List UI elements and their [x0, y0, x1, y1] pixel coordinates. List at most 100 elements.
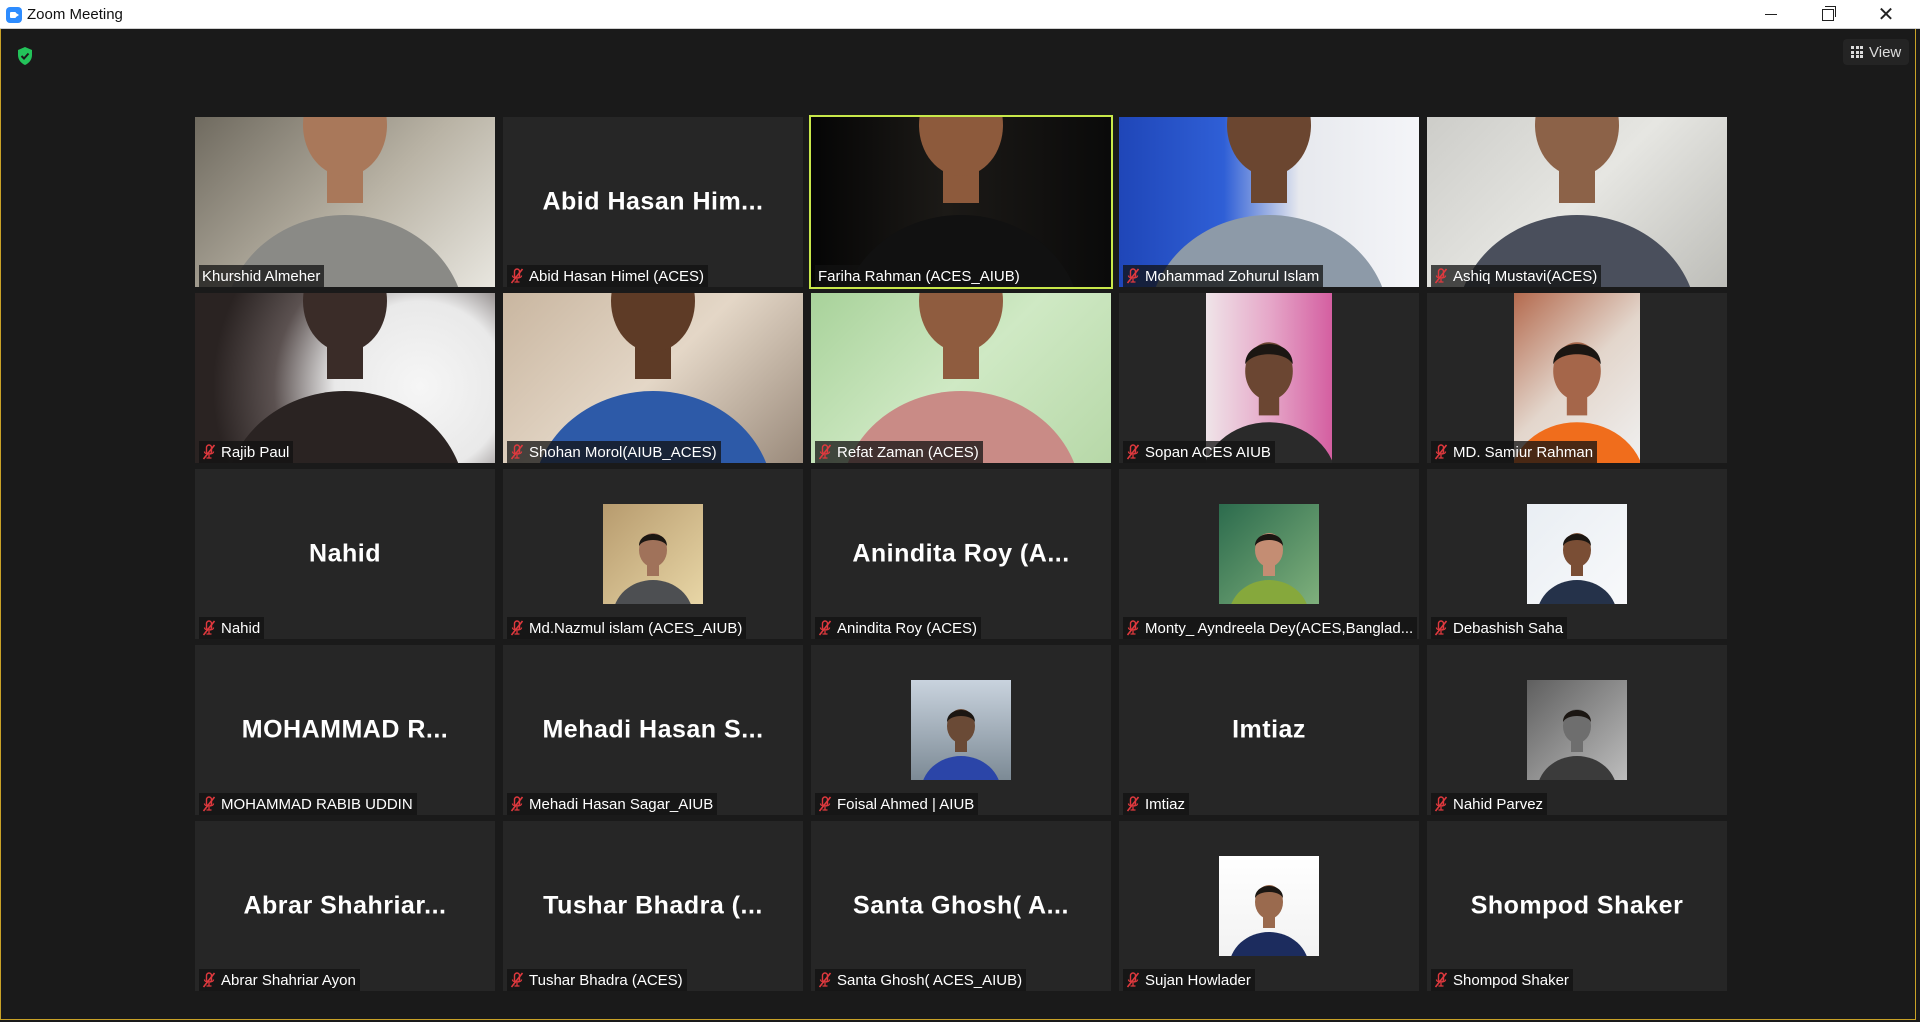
participant-display-name: Abid Hasan Him... [542, 187, 764, 216]
participant-tile[interactable]: Monty_ Ayndreela Dey(ACES,Banglad... [1119, 469, 1419, 639]
view-button[interactable]: View [1843, 39, 1910, 65]
participant-video [503, 293, 803, 463]
muted-mic-icon [510, 268, 524, 284]
participant-tile[interactable]: Anindita Roy (A... Anindita Roy (ACES) [811, 469, 1111, 639]
participant-name-label: Khurshid Almeher [199, 265, 325, 287]
title-bar: Zoom Meeting ✕ [0, 0, 1920, 29]
participant-tile[interactable]: Shohan Morol(AIUB_ACES) [503, 293, 803, 463]
participant-name-label: Santa Ghosh( ACES_AIUB) [815, 969, 1027, 991]
participant-tile[interactable]: Md.Nazmul islam (ACES_AIUB) [503, 469, 803, 639]
muted-mic-icon [1434, 268, 1448, 284]
participant-tile[interactable]: Rajib Paul [195, 293, 495, 463]
participant-video [811, 293, 1111, 463]
participant-tile[interactable]: Abrar Shahriar... Abrar Shahriar Ayon [195, 821, 495, 991]
muted-mic-icon [1126, 972, 1140, 988]
muted-mic-icon [818, 444, 832, 460]
participant-name-label: Abid Hasan Himel (ACES) [507, 265, 709, 287]
participant-display-name: Shompod Shaker [1470, 891, 1684, 920]
muted-mic-icon [1126, 444, 1140, 460]
participant-tile[interactable]: Mohammad Zohurul Islam [1119, 117, 1419, 287]
participant-name: Shompod Shaker [1453, 971, 1569, 989]
participant-tile[interactable]: Nahid Parvez [1427, 645, 1727, 815]
participant-tile[interactable]: MOHAMMAD R... MOHAMMAD RABIB UDDIN [195, 645, 495, 815]
participant-name: Mehadi Hasan Sagar_AIUB [529, 795, 714, 813]
muted-mic-icon [818, 796, 832, 812]
muted-mic-icon [1126, 620, 1140, 636]
participant-tile[interactable]: Debashish Saha [1427, 469, 1727, 639]
participant-name-label: Rajib Paul [199, 441, 294, 463]
participant-tile[interactable]: Sopan ACES AIUB [1119, 293, 1419, 463]
participant-name-label: Tushar Bhadra (ACES) [507, 969, 687, 991]
participant-figure [539, 293, 767, 463]
minimize-icon [1765, 14, 1777, 15]
participant-name-label: Abrar Shahriar Ayon [199, 969, 360, 991]
participant-video [1427, 117, 1727, 287]
participant-tile[interactable]: Abid Hasan Him... Abid Hasan Himel (ACES… [503, 117, 803, 287]
participant-name: Imtiaz [1145, 795, 1186, 813]
participant-video [1206, 293, 1332, 463]
participant-name: Shohan Morol(AIUB_ACES) [529, 443, 717, 461]
profile-picture [1527, 504, 1627, 604]
participant-tile[interactable]: Sujan Howlader [1119, 821, 1419, 991]
participant-tile[interactable]: Ashiq Mustavi(ACES) [1427, 117, 1727, 287]
participant-figure [615, 533, 691, 604]
participant-display-name: MOHAMMAD R... [241, 715, 449, 744]
participant-tile[interactable]: Fariha Rahman (ACES_AIUB) [809, 115, 1113, 289]
restore-button[interactable] [1805, 0, 1851, 29]
participant-name: Fariha Rahman (ACES_AIUB) [818, 267, 1020, 285]
participant-name: Abrar Shahriar Ayon [221, 971, 356, 989]
participant-tile[interactable]: Nahid Nahid [195, 469, 495, 639]
muted-mic-icon [510, 972, 524, 988]
participant-name: Santa Ghosh( ACES_AIUB) [837, 971, 1023, 989]
participant-name: Khurshid Almeher [202, 267, 321, 285]
participant-name: MD. Samiur Rahman [1453, 443, 1594, 461]
participant-name: Mohammad Zohurul Islam [1145, 267, 1320, 285]
security-shield-icon[interactable] [16, 46, 34, 66]
participant-figure [1155, 117, 1383, 287]
participant-name: Refat Zaman (ACES) [837, 443, 979, 461]
participant-tile[interactable]: MD. Samiur Rahman [1427, 293, 1727, 463]
zoom-app-icon [6, 7, 22, 23]
muted-mic-icon [510, 796, 524, 812]
participant-video [195, 117, 495, 287]
participant-video [811, 117, 1111, 287]
participant-tile[interactable]: Santa Ghosh( A... Santa Ghosh( ACES_AIUB… [811, 821, 1111, 991]
grid-view-icon [1851, 46, 1863, 58]
participant-figure [1231, 885, 1307, 956]
participant-tile[interactable]: Khurshid Almeher [195, 117, 495, 287]
participant-display-name: Imtiaz [1232, 715, 1306, 744]
close-button[interactable]: ✕ [1863, 0, 1909, 29]
muted-mic-icon [510, 620, 524, 636]
participant-name-label: Sopan ACES AIUB [1123, 441, 1275, 463]
window-title: Zoom Meeting [27, 6, 123, 23]
participant-tile[interactable]: Imtiaz Imtiaz [1119, 645, 1419, 815]
muted-mic-icon [510, 444, 524, 460]
participant-tile[interactable]: Refat Zaman (ACES) [811, 293, 1111, 463]
participant-tile[interactable]: Tushar Bhadra (... Tushar Bhadra (ACES) [503, 821, 803, 991]
muted-mic-icon [202, 796, 216, 812]
participant-name-label: Foisal Ahmed | AIUB [815, 793, 979, 815]
participant-figure [847, 117, 1075, 287]
participant-tile[interactable]: Mehadi Hasan S... Mehadi Hasan Sagar_AIU… [503, 645, 803, 815]
participant-tile[interactable]: Shompod Shaker Shompod Shaker [1427, 821, 1727, 991]
participant-name: Foisal Ahmed | AIUB [837, 795, 975, 813]
participant-figure [1539, 709, 1615, 780]
participant-figure [1514, 342, 1640, 463]
muted-mic-icon [1434, 444, 1448, 460]
muted-mic-icon [1434, 796, 1448, 812]
minimize-button[interactable] [1748, 0, 1794, 29]
muted-mic-icon [1126, 796, 1140, 812]
participant-figure [231, 293, 459, 463]
participant-figure [1231, 533, 1307, 604]
profile-picture [911, 680, 1011, 780]
view-button-label: View [1869, 43, 1902, 61]
participant-tile[interactable]: Foisal Ahmed | AIUB [811, 645, 1111, 815]
participant-figure [1463, 117, 1691, 287]
participant-name: Nahid [221, 619, 261, 637]
participant-name: Abid Hasan Himel (ACES) [529, 267, 705, 285]
participant-display-name: Tushar Bhadra (... [543, 891, 763, 920]
participant-name: Ashiq Mustavi(ACES) [1453, 267, 1598, 285]
participant-display-name: Mehadi Hasan S... [542, 715, 764, 744]
participant-figure [923, 709, 999, 780]
close-icon: ✕ [1877, 4, 1895, 26]
